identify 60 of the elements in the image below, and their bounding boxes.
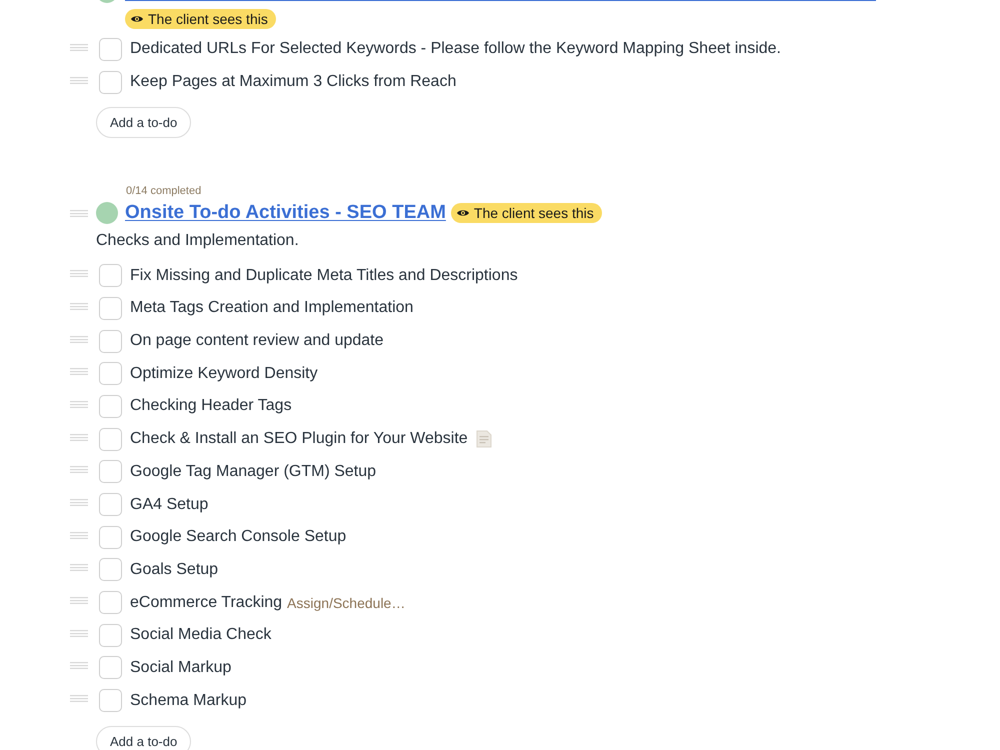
drag-handle-icon[interactable] xyxy=(70,210,88,218)
checkbox[interactable] xyxy=(99,624,122,647)
drag-handle-icon[interactable] xyxy=(70,76,88,84)
drag-handle-icon[interactable] xyxy=(70,270,88,278)
todo-title[interactable]: Checking Header Tags xyxy=(130,397,292,416)
progress-count: 0/14 completed xyxy=(125,184,202,198)
todo-title[interactable]: Fix Missing and Duplicate Meta Titles and Descriptions xyxy=(130,266,518,285)
checkbox[interactable] xyxy=(99,656,122,680)
checkbox[interactable] xyxy=(99,526,122,549)
drag-handle-icon[interactable] xyxy=(70,662,88,670)
checkbox[interactable] xyxy=(99,689,122,712)
drag-handle-icon[interactable] xyxy=(70,564,88,572)
list-description: Checks and Implementation. xyxy=(96,231,300,252)
checkbox[interactable] xyxy=(99,591,122,614)
todo-title[interactable]: Google Search Console Setup xyxy=(130,528,346,546)
assign-schedule-link[interactable]: Assign/Schedule… xyxy=(287,594,406,611)
drag-handle-icon[interactable] xyxy=(70,597,88,604)
checkbox[interactable] xyxy=(99,394,122,418)
todo-title[interactable]: Social Media Check xyxy=(130,626,272,644)
drag-handle-icon[interactable] xyxy=(70,336,88,343)
checkbox[interactable] xyxy=(99,558,122,582)
checkbox[interactable] xyxy=(99,330,122,353)
document-icon xyxy=(476,430,492,448)
checkbox[interactable] xyxy=(99,493,122,516)
todo-title[interactable]: Google Tag Manager (GTM) Setup xyxy=(130,462,376,481)
todo-title[interactable]: GA4 Setup xyxy=(130,496,208,514)
todo-title[interactable]: Goals Setup xyxy=(130,560,218,579)
drag-handle-icon[interactable] xyxy=(70,466,88,474)
drag-handle-icon[interactable] xyxy=(70,44,88,51)
drag-handle-icon[interactable] xyxy=(70,695,88,702)
eye-icon xyxy=(131,15,143,23)
todo-title[interactable]: Dedicated URLs For Selected Keywords - Please follow the Keyword Mapping Sheet inside. xyxy=(130,40,781,58)
todo-title[interactable]: Schema Markup xyxy=(130,692,246,710)
eye-icon xyxy=(456,209,469,218)
todo-title[interactable]: Social Markup xyxy=(130,658,232,677)
checkbox[interactable] xyxy=(99,428,122,451)
checkbox[interactable] xyxy=(99,362,122,386)
drag-handle-icon[interactable] xyxy=(70,499,88,506)
drag-handle-icon[interactable] xyxy=(70,400,88,408)
checkbox[interactable] xyxy=(99,38,122,61)
checkbox[interactable] xyxy=(99,70,122,94)
checkbox[interactable] xyxy=(99,460,122,484)
drag-handle-icon[interactable] xyxy=(70,302,88,310)
add-todo-button[interactable]: Add a to-do xyxy=(96,726,192,750)
todo-title[interactable]: On page content review and update xyxy=(130,332,384,350)
drag-handle-icon[interactable] xyxy=(70,532,88,539)
drag-handle-icon[interactable] xyxy=(70,368,88,376)
todo-title[interactable]: Meta Tags Creation and Implementation xyxy=(130,299,414,318)
checkbox[interactable] xyxy=(99,264,122,288)
badge-label: The client sees this xyxy=(474,205,594,222)
drag-handle-icon[interactable] xyxy=(70,630,88,637)
checkbox[interactable] xyxy=(99,296,122,320)
drag-handle-icon[interactable] xyxy=(70,434,88,441)
todo-title[interactable]: Keep Pages at Maximum 3 Clicks from Reach xyxy=(130,73,456,92)
todo-title[interactable]: Check & Install an SEO Plugin for Your Website xyxy=(130,430,468,448)
todo-title[interactable]: eCommerce Tracking xyxy=(130,594,282,612)
todo-title[interactable]: Optimize Keyword Density xyxy=(130,364,318,383)
badge-label: The client sees this xyxy=(148,11,268,27)
add-todo-button[interactable]: Add a to-do xyxy=(96,107,192,138)
todo-list-title-link[interactable]: Onsite To-do Activities - SEO TEAM xyxy=(125,201,446,226)
